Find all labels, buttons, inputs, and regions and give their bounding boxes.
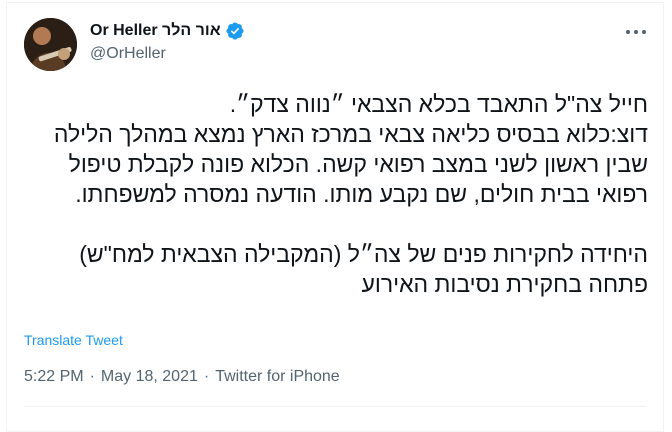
avatar[interactable] [24,18,77,71]
meta-separator: · [203,368,210,385]
tweet-source[interactable]: Twitter for iPhone [215,368,340,386]
tweet-time[interactable]: 5:22 PM [24,368,84,386]
author-name-row[interactable]: Or Heller אור הלר [90,21,245,41]
author-handle[interactable]: @OrHeller [90,45,166,63]
more-options-icon[interactable] [626,24,646,40]
tweet-metadata: 5:22 PM · May 18, 2021 · Twitter for iPh… [24,368,340,386]
meta-separator: · [89,368,95,385]
translate-tweet-link[interactable]: Translate Tweet [24,332,123,348]
tweet-date[interactable]: May 18, 2021 [101,368,198,386]
author-display-name[interactable]: Or Heller אור הלר [90,22,221,40]
divider [24,406,646,407]
profile-photo-icon [24,18,77,71]
tweet-text: חייל צה"ל התאבד בכלא הצבאי ״נווה צדק״. ד… [53,91,648,297]
verified-badge-icon [225,21,245,41]
